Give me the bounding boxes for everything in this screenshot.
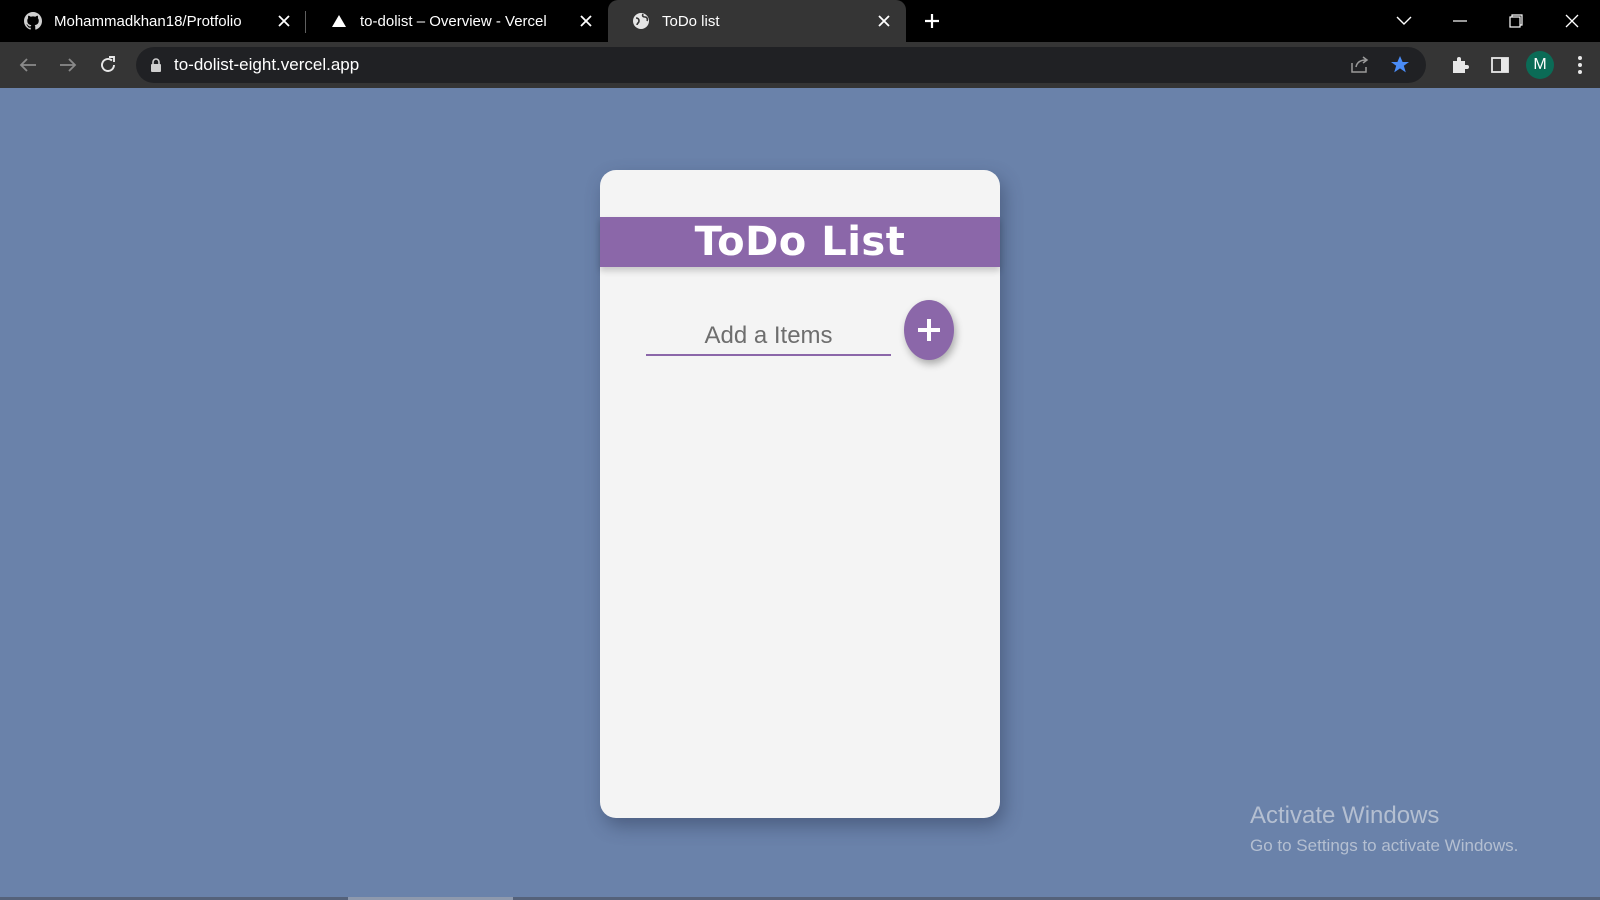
- add-item-field: [646, 318, 891, 356]
- tab-strip: Mohammadkhan18/Protfolio to-dolist – Ove…: [0, 0, 1600, 42]
- restore-button[interactable]: [1488, 0, 1544, 42]
- restore-icon: [1509, 14, 1523, 28]
- tab-search-button[interactable]: [1376, 0, 1432, 42]
- close-window-button[interactable]: [1544, 0, 1600, 42]
- close-icon: [1565, 14, 1579, 28]
- close-tab-icon[interactable]: [874, 11, 894, 31]
- side-panel-button[interactable]: [1480, 45, 1520, 85]
- share-icon: [1351, 56, 1369, 73]
- share-button[interactable]: [1344, 49, 1376, 81]
- tab-title: to-dolist – Overview - Vercel: [360, 12, 547, 30]
- bookmark-button[interactable]: [1384, 49, 1416, 81]
- arrow-right-icon: [60, 58, 77, 72]
- globe-icon: [632, 12, 650, 30]
- side-panel-icon: [1491, 57, 1509, 73]
- puzzle-icon: [1453, 57, 1469, 73]
- url-text[interactable]: to-dolist-eight.vercel.app: [174, 55, 359, 75]
- todo-card: ToDo List: [600, 170, 1000, 818]
- close-tab-icon[interactable]: [576, 11, 596, 31]
- address-bar-actions: [1344, 47, 1416, 83]
- kebab-menu-icon: [1578, 56, 1582, 74]
- window-controls: [1376, 0, 1600, 42]
- github-icon: [24, 12, 42, 30]
- minimize-icon: [1453, 20, 1467, 22]
- browser-toolbar: to-dolist-eight.vercel.app M: [0, 42, 1600, 88]
- add-item-input[interactable]: [646, 318, 891, 354]
- chevron-down-icon: [1396, 16, 1412, 25]
- menu-button[interactable]: [1560, 45, 1600, 85]
- add-item-button[interactable]: [904, 300, 954, 360]
- arrow-left-icon: [19, 58, 36, 72]
- plus-icon: [918, 319, 940, 341]
- lock-icon[interactable]: [150, 58, 162, 72]
- forward-button[interactable]: [48, 45, 88, 85]
- watermark-title: Activate Windows: [1250, 802, 1440, 829]
- reload-button[interactable]: [88, 45, 128, 85]
- new-tab-button[interactable]: [912, 0, 952, 42]
- activate-windows-watermark: Activate Windows Go to Settings to activ…: [1250, 802, 1518, 856]
- page-title: ToDo List: [694, 219, 906, 265]
- minimize-button[interactable]: [1432, 0, 1488, 42]
- tab-title: ToDo list: [662, 12, 720, 30]
- tab-todo-list-active[interactable]: ToDo list: [608, 0, 906, 42]
- close-tab-icon[interactable]: [274, 11, 294, 31]
- back-button[interactable]: [8, 45, 48, 85]
- todo-header: ToDo List: [600, 217, 1000, 267]
- tab-title: Mohammadkhan18/Protfolio: [54, 12, 242, 30]
- reload-icon: [101, 56, 115, 72]
- toolbar-right: M: [1440, 42, 1600, 88]
- address-bar[interactable]: to-dolist-eight.vercel.app: [136, 47, 1426, 83]
- extensions-button[interactable]: [1440, 45, 1480, 85]
- profile-button[interactable]: M: [1520, 45, 1560, 85]
- plus-icon: [925, 14, 939, 28]
- tab-vercel-overview[interactable]: to-dolist – Overview - Vercel: [306, 0, 608, 42]
- page-viewport: ToDo List Activate Windows Go to Setting…: [0, 88, 1600, 900]
- vercel-icon: [330, 12, 348, 30]
- star-icon: [1391, 56, 1409, 73]
- tab-github-portfolio[interactable]: Mohammadkhan18/Protfolio: [0, 0, 306, 42]
- watermark-subtitle: Go to Settings to activate Windows.: [1250, 836, 1519, 855]
- avatar: M: [1526, 51, 1554, 79]
